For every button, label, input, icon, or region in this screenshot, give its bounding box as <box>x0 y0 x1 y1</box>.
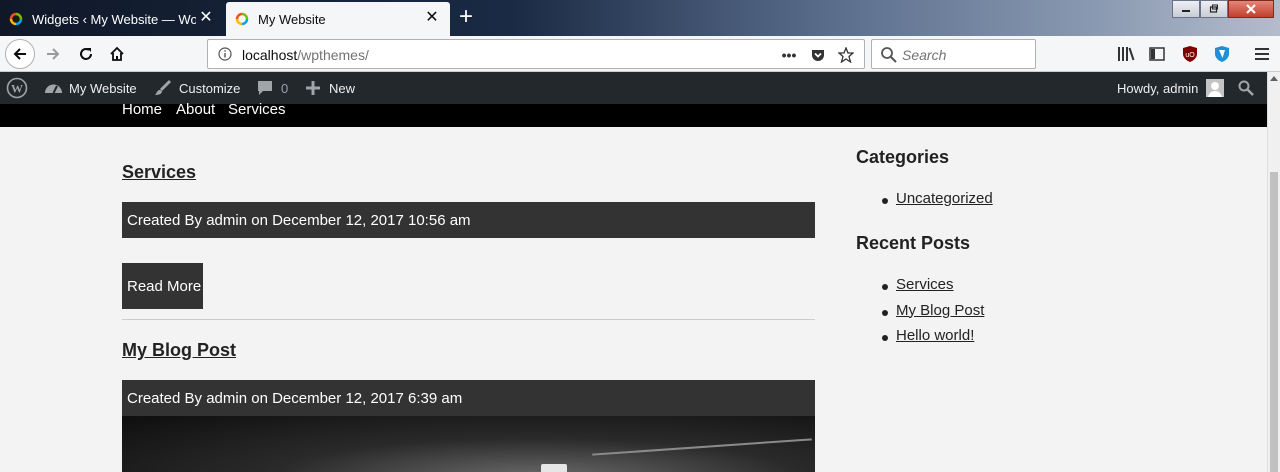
home-button[interactable] <box>105 42 129 66</box>
customize-label: Customize <box>179 80 241 96</box>
category-link[interactable]: Uncategorized <box>896 190 993 207</box>
comments-link[interactable]: 0 <box>255 72 288 104</box>
new-label: New <box>329 80 356 96</box>
avatar <box>1206 79 1225 97</box>
pocket-shape <box>812 50 824 61</box>
chalkboard-streak <box>592 438 812 456</box>
dashboard-icon <box>43 78 63 98</box>
reload-button[interactable] <box>74 42 98 66</box>
site-name-link[interactable]: My Website <box>43 72 137 104</box>
svg-text:W: W <box>11 82 23 96</box>
categories-widget-title: Categories <box>856 147 950 167</box>
search-input[interactable] <box>902 45 1027 65</box>
comment-count: 0 <box>281 80 289 96</box>
privacy-badger-icon[interactable] <box>1210 42 1234 66</box>
search-icon <box>1238 80 1254 96</box>
chalk-piece <box>541 464 567 472</box>
sidebar-toggle-icon[interactable] <box>1145 42 1169 66</box>
home-icon <box>110 46 124 61</box>
paintbrush-icon <box>153 78 173 98</box>
menu-lines-shape <box>1255 48 1269 60</box>
wp-logo-button[interactable]: W <box>6 72 28 104</box>
address-bar[interactable]: localhost/wpthemes/ ••• <box>207 39 865 69</box>
search-bar[interactable] <box>871 39 1036 69</box>
plus-icon <box>303 78 323 98</box>
post-meta: Created By admin on December 12, 2017 10… <box>122 202 815 238</box>
wordpress-colorful-favicon-icon <box>235 12 249 26</box>
minimize-button[interactable] <box>1172 0 1200 18</box>
recent-posts-list: Services My Blog Post Hello world! <box>882 276 984 353</box>
site-name-label: My Website <box>69 80 137 96</box>
search-icon <box>881 47 897 63</box>
nav-item-home[interactable]: Home <box>122 101 162 118</box>
page-actions-more-icon[interactable]: ••• <box>780 46 798 64</box>
admin-search-button[interactable] <box>1238 72 1254 104</box>
howdy-label: Howdy, admin <box>1117 80 1199 96</box>
minimize-icon <box>1182 10 1190 12</box>
recent-post-link[interactable]: My Blog Post <box>896 302 984 319</box>
list-item: My Blog Post <box>882 302 984 328</box>
read-more-button[interactable]: Read More <box>122 263 203 309</box>
post-divider <box>122 319 815 320</box>
site-navigation: Home About Services <box>0 101 1267 127</box>
window-controls <box>1172 0 1274 18</box>
recent-post-link[interactable]: Hello world! <box>896 327 974 344</box>
shield-shape <box>1215 46 1229 62</box>
my-account-menu[interactable]: Howdy, admin <box>1117 72 1225 104</box>
scroll-thumb[interactable] <box>1270 172 1278 472</box>
wordpress-logo-icon: W <box>6 77 28 99</box>
new-content-link[interactable]: New <box>303 72 355 104</box>
categories-list: Uncategorized <box>882 190 993 216</box>
nav-item-services[interactable]: Services <box>228 101 286 118</box>
pocket-icon[interactable] <box>809 46 827 64</box>
url-text[interactable]: localhost/wpthemes/ <box>242 47 369 63</box>
site-info-icon[interactable] <box>218 47 232 61</box>
ublock-origin-icon[interactable]: uO <box>1178 42 1202 66</box>
page-scrollbar[interactable] <box>1267 72 1280 472</box>
tab-title: Widgets ‹ My Website — WordPress <box>32 11 196 27</box>
library-shape <box>1118 47 1135 61</box>
sidebar-shape <box>1149 47 1165 61</box>
scroll-up-arrow-icon[interactable] <box>1270 76 1278 81</box>
close-icon <box>1246 4 1256 14</box>
close-tab-icon[interactable]: ✕ <box>198 10 214 26</box>
forward-arrow-icon <box>47 48 60 60</box>
star-shape <box>838 47 854 63</box>
forward-button[interactable] <box>41 42 65 66</box>
new-tab-button[interactable]: + <box>452 4 480 32</box>
wp-admin-bar: W My Website Customize 0 New Howdy, admi… <box>0 72 1267 104</box>
close-window-button[interactable] <box>1228 0 1274 18</box>
back-arrow-icon <box>13 48 26 60</box>
recent-posts-widget-title: Recent Posts <box>856 233 971 253</box>
list-item: Services <box>882 276 984 302</box>
ublock-shield-shape: uO <box>1183 46 1197 62</box>
post-title-my-blog-post[interactable]: My Blog Post <box>122 340 236 361</box>
tab-my-website[interactable]: My Website ✕ <box>226 2 450 36</box>
post-title-services[interactable]: Services <box>122 162 196 183</box>
tab-title: My Website <box>258 11 326 27</box>
restore-icon <box>1209 4 1218 13</box>
bookmark-star-icon[interactable] <box>837 46 855 64</box>
comment-bubble-icon <box>255 78 275 98</box>
list-item: Hello world! <box>882 327 984 353</box>
close-tab-icon[interactable]: ✕ <box>424 10 440 26</box>
tab-widgets[interactable]: Widgets ‹ My Website — WordPress ✕ <box>0 2 224 36</box>
customize-link[interactable]: Customize <box>153 72 240 104</box>
hamburger-menu-icon[interactable] <box>1250 42 1274 66</box>
back-button[interactable] <box>5 39 35 69</box>
nav-item-about[interactable]: About <box>176 101 215 118</box>
tab-strip: Widgets ‹ My Website — WordPress ✕ My We… <box>0 0 1280 36</box>
url-path: /wpthemes/ <box>297 47 369 63</box>
post-meta: Created By admin on December 12, 2017 6:… <box>122 380 815 416</box>
post-featured-image <box>122 416 815 472</box>
wordpress-colorful-favicon-icon <box>9 12 23 26</box>
reload-icon <box>80 48 92 60</box>
list-item: Uncategorized <box>882 190 993 216</box>
recent-post-link[interactable]: Services <box>896 276 954 293</box>
svg-text:uO: uO <box>1185 52 1195 59</box>
restore-button[interactable] <box>1200 0 1228 18</box>
navigation-toolbar: localhost/wpthemes/ ••• uO <box>0 36 1280 72</box>
library-icon[interactable] <box>1114 42 1138 66</box>
url-host: localhost <box>242 47 298 63</box>
